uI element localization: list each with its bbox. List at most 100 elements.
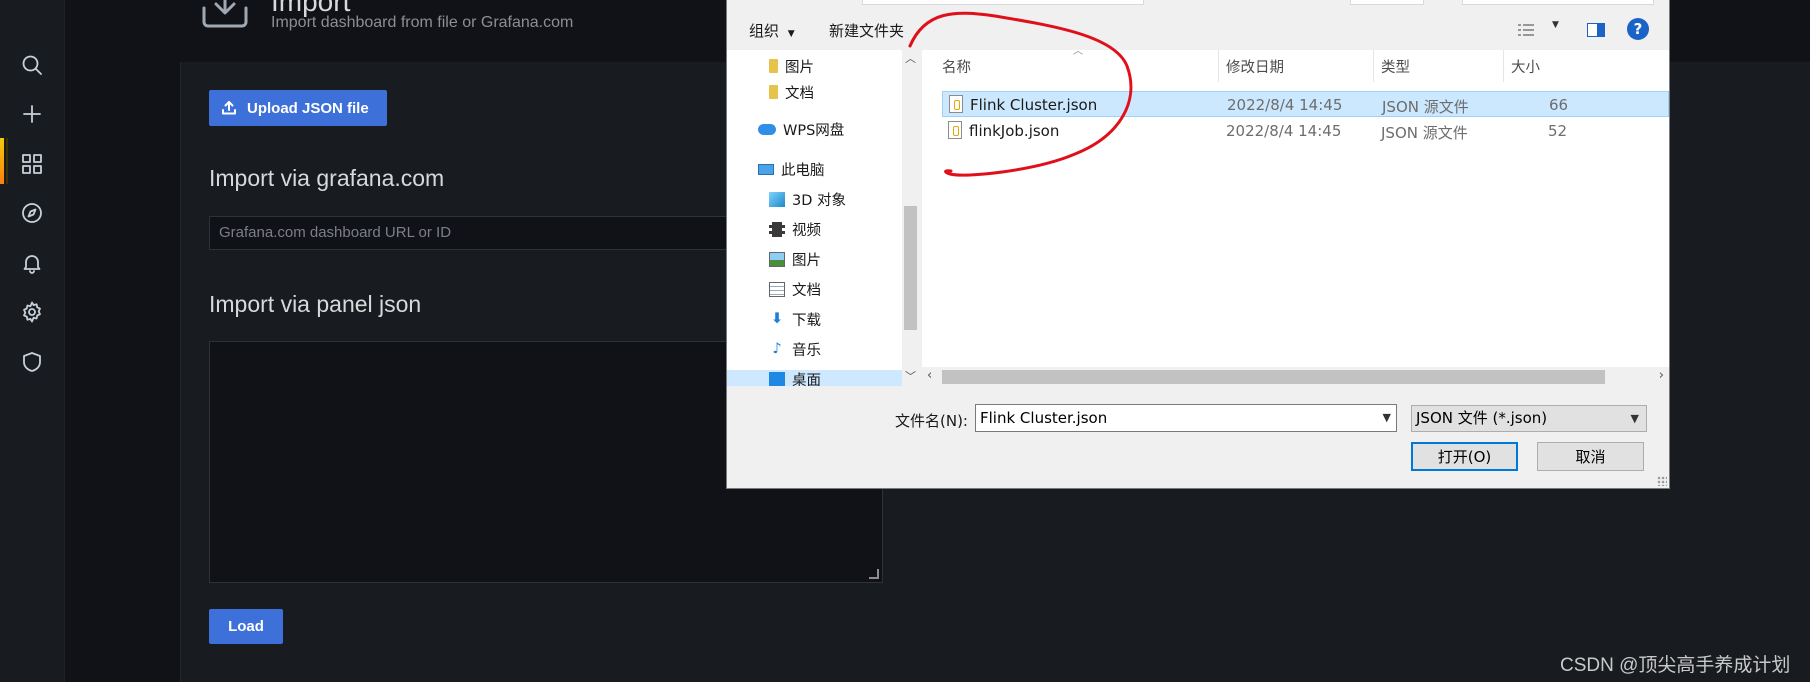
- shield-icon[interactable]: [17, 347, 47, 377]
- organize-menu[interactable]: 组织 ▼: [749, 20, 795, 41]
- filetype-select[interactable]: JSON 文件 (*.json) ▼: [1411, 405, 1647, 432]
- column-header-name[interactable]: 名称: [942, 56, 971, 77]
- sort-up-icon: ︿: [1073, 46, 1083, 57]
- nav-item-music[interactable]: ♪ 音乐: [769, 336, 821, 362]
- import-icon: [200, 0, 250, 30]
- view-chevron-icon[interactable]: ▼: [1552, 20, 1559, 30]
- dialog-resize-grip-icon[interactable]: [1657, 476, 1667, 486]
- download-icon: ⬇: [770, 310, 784, 327]
- nav-item-label: 图片: [785, 59, 814, 76]
- json-file-icon: [949, 95, 963, 113]
- nav-scroll-thumb[interactable]: [904, 206, 917, 330]
- dialog-toolbar: 组织 ▼ 新建文件夹 ▼ ?: [727, 8, 1669, 48]
- nav-item-wps-cloud[interactable]: WPS网盘: [758, 116, 844, 142]
- documents-icon: [769, 281, 785, 297]
- nav-item-pictures[interactable]: 图片: [769, 246, 821, 272]
- organize-label: 组织: [749, 22, 780, 40]
- computer-icon: [758, 163, 774, 175]
- alerting-icon[interactable]: [17, 248, 47, 278]
- nav-item-this-pc[interactable]: 此电脑: [758, 156, 825, 182]
- watermark: CSDN @顶尖高手养成计划: [1560, 655, 1791, 676]
- plus-icon[interactable]: [17, 99, 47, 129]
- page-subtitle: Import dashboard from file or Grafana.co…: [271, 14, 574, 31]
- load-button[interactable]: Load: [209, 609, 283, 644]
- file-row-flink-cluster[interactable]: Flink Cluster.json 2022/8/4 14:45 JSON 源…: [942, 91, 1669, 117]
- help-icon[interactable]: ?: [1627, 18, 1649, 40]
- dashboards-icon[interactable]: [17, 149, 47, 179]
- hscroll-thumb[interactable]: [942, 370, 1605, 384]
- upload-json-label: Upload JSON file: [247, 99, 369, 117]
- side-menu: [0, 0, 65, 682]
- view-options-icon[interactable]: [1518, 22, 1534, 41]
- nav-item-label: 文档: [785, 85, 814, 102]
- file-row-flinkjob[interactable]: flinkJob.json 2022/8/4 14:45 JSON 源文件 52: [942, 118, 1669, 144]
- column-header-size[interactable]: 大小: [1511, 56, 1540, 77]
- import-via-panel-json-heading: Import via panel json: [209, 291, 422, 317]
- scroll-up-icon[interactable]: ︿: [905, 50, 916, 66]
- filetype-value: JSON 文件 (*.json): [1416, 409, 1548, 427]
- scroll-left-icon[interactable]: ‹: [927, 368, 932, 383]
- music-icon: ♪: [772, 340, 782, 357]
- nav-item-3d-objects[interactable]: 3D 对象: [769, 186, 846, 212]
- filename-value: Flink Cluster.json: [980, 409, 1108, 427]
- open-button[interactable]: 打开(O): [1411, 442, 1518, 471]
- navigation-pane: 图片 文档 WPS网盘 此电脑 3D 对象 视频 图片 文档 ⬇ 下载 ♪ 音乐…: [727, 50, 902, 386]
- column-header-date[interactable]: 修改日期: [1226, 56, 1284, 77]
- address-bar-strip: [727, 0, 1669, 6]
- chevron-down-icon: ▼: [787, 29, 795, 39]
- address-bar[interactable]: [862, 0, 1144, 5]
- nav-item-label: 视频: [792, 222, 821, 239]
- scroll-right-icon[interactable]: ›: [1659, 368, 1664, 383]
- chevron-down-icon[interactable]: ▼: [1383, 405, 1391, 431]
- new-folder-button[interactable]: 新建文件夹: [829, 20, 904, 41]
- file-date: 2022/8/4 14:45: [1227, 96, 1343, 114]
- folder-icon: [769, 59, 778, 73]
- file-type: JSON 源文件: [1382, 98, 1469, 116]
- desktop-icon: [769, 371, 785, 386]
- filename-input[interactable]: Flink Cluster.json ▼: [975, 404, 1397, 432]
- file-open-dialog: 组织 ▼ 新建文件夹 ▼ ? 图片 文档 WPS网盘 此电脑 3D 对象 视频 …: [726, 0, 1670, 489]
- file-name: flinkJob.json: [969, 122, 1060, 140]
- column-separator[interactable]: [1503, 50, 1504, 82]
- nav-item-downloads[interactable]: ⬇ 下载: [769, 306, 821, 332]
- upload-icon: [222, 101, 236, 115]
- file-list-hscrollbar[interactable]: ‹ ›: [922, 368, 1669, 386]
- active-indicator: [0, 138, 4, 184]
- chevron-down-icon: ▼: [1630, 412, 1639, 425]
- nav-item-label: 下载: [792, 312, 821, 329]
- nav-item-label: 桌面: [792, 372, 821, 387]
- nav-item-label: 图片: [792, 252, 821, 269]
- pictures-icon: [769, 251, 785, 267]
- json-file-icon: [948, 121, 962, 139]
- column-separator[interactable]: [1373, 50, 1374, 82]
- video-icon: [769, 221, 785, 237]
- file-list-pane: 名称 ︿ 修改日期 类型 大小 Flink Cluster.json 2022/…: [922, 46, 1669, 367]
- explore-icon[interactable]: [17, 198, 47, 228]
- file-size: 52: [1548, 122, 1568, 140]
- search-box[interactable]: [1462, 0, 1654, 5]
- preview-pane-icon[interactable]: [1587, 22, 1605, 41]
- import-via-grafana-heading: Import via grafana.com: [209, 165, 445, 191]
- resize-grip-icon[interactable]: [869, 569, 879, 579]
- nav-item-documents-quick[interactable]: 文档: [769, 79, 814, 105]
- nav-item-videos[interactable]: 视频: [769, 216, 821, 242]
- refresh-button[interactable]: [1350, 0, 1424, 5]
- nav-scrollbar[interactable]: ︿ ﹀: [902, 50, 919, 386]
- nav-item-label: 文档: [792, 282, 821, 299]
- search-icon[interactable]: [17, 50, 47, 80]
- upload-json-button[interactable]: Upload JSON file: [209, 90, 387, 126]
- nav-item-label: WPS网盘: [783, 122, 845, 139]
- cancel-button[interactable]: 取消: [1537, 442, 1644, 471]
- nav-item-desktop[interactable]: 桌面: [769, 366, 821, 386]
- folder-icon: [769, 85, 778, 99]
- grafana-url-input[interactable]: Grafana.com dashboard URL or ID: [209, 216, 729, 250]
- configuration-icon[interactable]: [17, 297, 47, 327]
- nav-item-pictures-quick[interactable]: 图片: [769, 53, 814, 79]
- scroll-down-icon[interactable]: ﹀: [905, 368, 916, 384]
- nav-item-documents[interactable]: 文档: [769, 276, 821, 302]
- cloud-icon: [758, 123, 776, 135]
- file-size: 66: [1549, 96, 1569, 114]
- file-name: Flink Cluster.json: [970, 96, 1098, 114]
- column-separator[interactable]: [1218, 50, 1219, 82]
- column-header-type[interactable]: 类型: [1381, 56, 1410, 77]
